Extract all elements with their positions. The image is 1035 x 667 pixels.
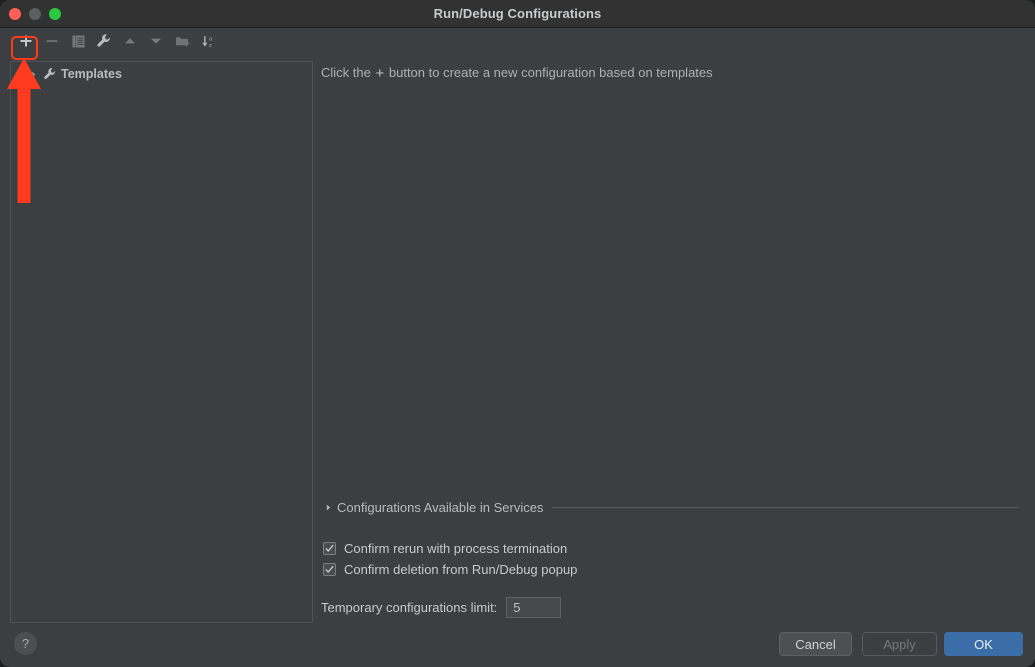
check-icon xyxy=(325,565,334,573)
svg-text:a: a xyxy=(209,36,213,42)
plus-icon xyxy=(19,34,33,48)
cancel-button[interactable]: Cancel xyxy=(779,632,852,656)
folder-plus-icon xyxy=(175,34,190,49)
tree-item-label: Templates xyxy=(61,67,122,81)
sort-configurations-button[interactable]: a z xyxy=(195,28,221,54)
remove-configuration-button[interactable] xyxy=(39,28,65,54)
configurations-toolbar: a z xyxy=(0,28,1035,60)
apply-button[interactable]: Apply xyxy=(862,632,937,656)
empty-state-hint: Click the + button to create a new confi… xyxy=(321,65,713,82)
window-titlebar: Run/Debug Configurations xyxy=(0,0,1035,28)
sort-az-icon: a z xyxy=(201,34,216,49)
edit-templates-button[interactable] xyxy=(91,28,117,54)
minus-icon xyxy=(45,34,59,48)
temporary-configurations-limit-label: Temporary configurations limit: xyxy=(321,600,498,615)
confirm-rerun-checkbox[interactable] xyxy=(323,542,336,555)
section-divider xyxy=(552,506,1019,508)
move-down-button[interactable] xyxy=(143,28,169,54)
confirm-rerun-checkbox-row[interactable]: Confirm rerun with process termination xyxy=(323,541,567,556)
services-section-header[interactable]: Configurations Available in Services xyxy=(321,498,1019,516)
hint-text-after: button to create a new configuration bas… xyxy=(388,65,713,80)
temporary-configurations-limit-input[interactable] xyxy=(506,597,562,618)
confirm-deletion-checkbox[interactable] xyxy=(323,563,336,576)
wrench-icon xyxy=(42,66,58,82)
tree-item-templates[interactable]: Templates xyxy=(11,64,312,84)
run-debug-configurations-dialog: Run/Debug Configurations a z Templates C… xyxy=(0,0,1035,667)
confirm-deletion-label: Confirm deletion from Run/Debug popup xyxy=(344,562,578,577)
copy-configuration-button[interactable] xyxy=(65,28,91,54)
hint-text-before: Click the xyxy=(321,65,371,80)
temporary-configurations-limit-row: Temporary configurations limit: xyxy=(321,597,562,618)
chevron-right-icon[interactable] xyxy=(27,68,40,81)
arrow-down-icon xyxy=(149,34,163,48)
move-up-button[interactable] xyxy=(117,28,143,54)
ok-button[interactable]: OK xyxy=(944,632,1023,656)
svg-text:z: z xyxy=(209,43,212,49)
plus-icon: + xyxy=(375,65,385,82)
arrow-up-icon xyxy=(123,34,137,48)
confirm-rerun-label: Confirm rerun with process termination xyxy=(344,541,568,556)
add-configuration-button[interactable] xyxy=(13,28,39,54)
confirm-deletion-checkbox-row[interactable]: Confirm deletion from Run/Debug popup xyxy=(323,562,577,577)
copy-icon xyxy=(71,34,86,49)
window-title: Run/Debug Configurations xyxy=(433,6,602,21)
triangle-right-icon[interactable] xyxy=(321,500,335,514)
wrench-icon xyxy=(96,33,112,49)
services-section-label: Configurations Available in Services xyxy=(337,499,544,515)
new-folder-button[interactable] xyxy=(169,28,195,54)
help-button[interactable]: ? xyxy=(14,632,37,655)
check-icon xyxy=(325,544,334,552)
configurations-tree-panel[interactable]: Templates xyxy=(10,61,313,623)
